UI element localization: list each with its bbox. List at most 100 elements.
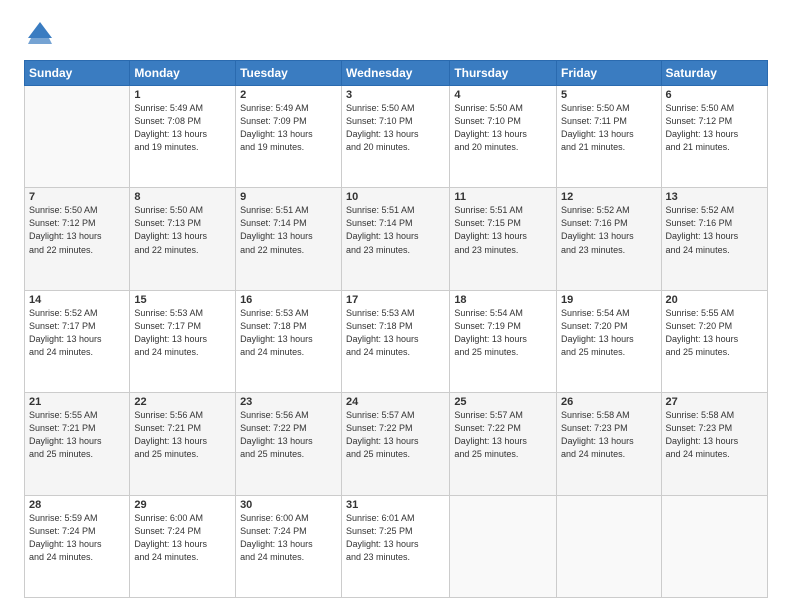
day-cell: 6Sunrise: 5:50 AMSunset: 7:12 PMDaylight… xyxy=(661,86,767,188)
day-info: Sunrise: 5:53 AMSunset: 7:18 PMDaylight:… xyxy=(240,307,337,359)
day-cell: 26Sunrise: 5:58 AMSunset: 7:23 PMDayligh… xyxy=(557,393,661,495)
day-info: Sunrise: 5:57 AMSunset: 7:22 PMDaylight:… xyxy=(346,409,445,461)
day-number: 19 xyxy=(561,294,656,306)
day-cell: 5Sunrise: 5:50 AMSunset: 7:11 PMDaylight… xyxy=(557,86,661,188)
day-cell: 31Sunrise: 6:01 AMSunset: 7:25 PMDayligh… xyxy=(342,495,450,597)
day-number: 26 xyxy=(561,396,656,408)
day-number: 8 xyxy=(134,191,231,203)
day-info: Sunrise: 5:59 AMSunset: 7:24 PMDaylight:… xyxy=(29,512,125,564)
day-cell xyxy=(450,495,557,597)
day-info: Sunrise: 5:53 AMSunset: 7:18 PMDaylight:… xyxy=(346,307,445,359)
day-number: 20 xyxy=(666,294,763,306)
day-info: Sunrise: 5:52 AMSunset: 7:16 PMDaylight:… xyxy=(666,204,763,256)
day-cell: 16Sunrise: 5:53 AMSunset: 7:18 PMDayligh… xyxy=(236,290,342,392)
weekday-header-sunday: Sunday xyxy=(25,61,130,86)
day-number: 9 xyxy=(240,191,337,203)
day-info: Sunrise: 5:51 AMSunset: 7:14 PMDaylight:… xyxy=(346,204,445,256)
calendar-table: SundayMondayTuesdayWednesdayThursdayFrid… xyxy=(24,60,768,598)
day-cell: 3Sunrise: 5:50 AMSunset: 7:10 PMDaylight… xyxy=(342,86,450,188)
day-info: Sunrise: 5:52 AMSunset: 7:16 PMDaylight:… xyxy=(561,204,656,256)
weekday-header-tuesday: Tuesday xyxy=(236,61,342,86)
day-cell: 1Sunrise: 5:49 AMSunset: 7:08 PMDaylight… xyxy=(130,86,236,188)
day-info: Sunrise: 5:58 AMSunset: 7:23 PMDaylight:… xyxy=(561,409,656,461)
day-cell: 18Sunrise: 5:54 AMSunset: 7:19 PMDayligh… xyxy=(450,290,557,392)
logo xyxy=(24,18,60,50)
day-cell: 10Sunrise: 5:51 AMSunset: 7:14 PMDayligh… xyxy=(342,188,450,290)
day-cell: 24Sunrise: 5:57 AMSunset: 7:22 PMDayligh… xyxy=(342,393,450,495)
day-number: 12 xyxy=(561,191,656,203)
day-info: Sunrise: 5:54 AMSunset: 7:20 PMDaylight:… xyxy=(561,307,656,359)
day-info: Sunrise: 5:50 AMSunset: 7:11 PMDaylight:… xyxy=(561,102,656,154)
day-info: Sunrise: 5:49 AMSunset: 7:09 PMDaylight:… xyxy=(240,102,337,154)
day-info: Sunrise: 6:00 AMSunset: 7:24 PMDaylight:… xyxy=(134,512,231,564)
day-info: Sunrise: 5:52 AMSunset: 7:17 PMDaylight:… xyxy=(29,307,125,359)
day-info: Sunrise: 5:54 AMSunset: 7:19 PMDaylight:… xyxy=(454,307,552,359)
day-cell: 7Sunrise: 5:50 AMSunset: 7:12 PMDaylight… xyxy=(25,188,130,290)
day-number: 11 xyxy=(454,191,552,203)
day-cell: 17Sunrise: 5:53 AMSunset: 7:18 PMDayligh… xyxy=(342,290,450,392)
day-number: 2 xyxy=(240,89,337,101)
logo-icon xyxy=(24,18,56,50)
week-row-1: 1Sunrise: 5:49 AMSunset: 7:08 PMDaylight… xyxy=(25,86,768,188)
day-number: 14 xyxy=(29,294,125,306)
day-cell: 19Sunrise: 5:54 AMSunset: 7:20 PMDayligh… xyxy=(557,290,661,392)
day-number: 1 xyxy=(134,89,231,101)
day-cell: 20Sunrise: 5:55 AMSunset: 7:20 PMDayligh… xyxy=(661,290,767,392)
day-cell: 23Sunrise: 5:56 AMSunset: 7:22 PMDayligh… xyxy=(236,393,342,495)
day-number: 4 xyxy=(454,89,552,101)
day-info: Sunrise: 5:55 AMSunset: 7:21 PMDaylight:… xyxy=(29,409,125,461)
day-cell: 28Sunrise: 5:59 AMSunset: 7:24 PMDayligh… xyxy=(25,495,130,597)
day-cell: 11Sunrise: 5:51 AMSunset: 7:15 PMDayligh… xyxy=(450,188,557,290)
week-row-4: 21Sunrise: 5:55 AMSunset: 7:21 PMDayligh… xyxy=(25,393,768,495)
day-info: Sunrise: 5:50 AMSunset: 7:13 PMDaylight:… xyxy=(134,204,231,256)
day-info: Sunrise: 6:00 AMSunset: 7:24 PMDaylight:… xyxy=(240,512,337,564)
day-info: Sunrise: 5:50 AMSunset: 7:12 PMDaylight:… xyxy=(666,102,763,154)
weekday-header-saturday: Saturday xyxy=(661,61,767,86)
weekday-header-wednesday: Wednesday xyxy=(342,61,450,86)
day-number: 28 xyxy=(29,499,125,511)
day-number: 27 xyxy=(666,396,763,408)
day-cell: 13Sunrise: 5:52 AMSunset: 7:16 PMDayligh… xyxy=(661,188,767,290)
day-info: Sunrise: 6:01 AMSunset: 7:25 PMDaylight:… xyxy=(346,512,445,564)
weekday-header-monday: Monday xyxy=(130,61,236,86)
weekday-header-thursday: Thursday xyxy=(450,61,557,86)
day-number: 3 xyxy=(346,89,445,101)
day-number: 21 xyxy=(29,396,125,408)
day-cell: 2Sunrise: 5:49 AMSunset: 7:09 PMDaylight… xyxy=(236,86,342,188)
day-cell: 14Sunrise: 5:52 AMSunset: 7:17 PMDayligh… xyxy=(25,290,130,392)
day-number: 13 xyxy=(666,191,763,203)
day-number: 24 xyxy=(346,396,445,408)
day-cell: 29Sunrise: 6:00 AMSunset: 7:24 PMDayligh… xyxy=(130,495,236,597)
day-number: 6 xyxy=(666,89,763,101)
day-number: 15 xyxy=(134,294,231,306)
day-cell: 12Sunrise: 5:52 AMSunset: 7:16 PMDayligh… xyxy=(557,188,661,290)
page: SundayMondayTuesdayWednesdayThursdayFrid… xyxy=(0,0,792,612)
day-info: Sunrise: 5:49 AMSunset: 7:08 PMDaylight:… xyxy=(134,102,231,154)
day-number: 16 xyxy=(240,294,337,306)
day-number: 22 xyxy=(134,396,231,408)
day-cell: 4Sunrise: 5:50 AMSunset: 7:10 PMDaylight… xyxy=(450,86,557,188)
week-row-3: 14Sunrise: 5:52 AMSunset: 7:17 PMDayligh… xyxy=(25,290,768,392)
day-cell xyxy=(25,86,130,188)
day-info: Sunrise: 5:57 AMSunset: 7:22 PMDaylight:… xyxy=(454,409,552,461)
day-info: Sunrise: 5:58 AMSunset: 7:23 PMDaylight:… xyxy=(666,409,763,461)
week-row-2: 7Sunrise: 5:50 AMSunset: 7:12 PMDaylight… xyxy=(25,188,768,290)
day-number: 5 xyxy=(561,89,656,101)
day-cell: 27Sunrise: 5:58 AMSunset: 7:23 PMDayligh… xyxy=(661,393,767,495)
day-cell: 15Sunrise: 5:53 AMSunset: 7:17 PMDayligh… xyxy=(130,290,236,392)
day-info: Sunrise: 5:51 AMSunset: 7:15 PMDaylight:… xyxy=(454,204,552,256)
day-number: 7 xyxy=(29,191,125,203)
day-info: Sunrise: 5:50 AMSunset: 7:10 PMDaylight:… xyxy=(346,102,445,154)
week-row-5: 28Sunrise: 5:59 AMSunset: 7:24 PMDayligh… xyxy=(25,495,768,597)
weekday-header-row: SundayMondayTuesdayWednesdayThursdayFrid… xyxy=(25,61,768,86)
day-number: 31 xyxy=(346,499,445,511)
day-cell: 25Sunrise: 5:57 AMSunset: 7:22 PMDayligh… xyxy=(450,393,557,495)
day-number: 29 xyxy=(134,499,231,511)
day-cell xyxy=(557,495,661,597)
day-number: 17 xyxy=(346,294,445,306)
day-number: 25 xyxy=(454,396,552,408)
day-number: 30 xyxy=(240,499,337,511)
header xyxy=(24,18,768,50)
day-info: Sunrise: 5:51 AMSunset: 7:14 PMDaylight:… xyxy=(240,204,337,256)
day-cell: 21Sunrise: 5:55 AMSunset: 7:21 PMDayligh… xyxy=(25,393,130,495)
